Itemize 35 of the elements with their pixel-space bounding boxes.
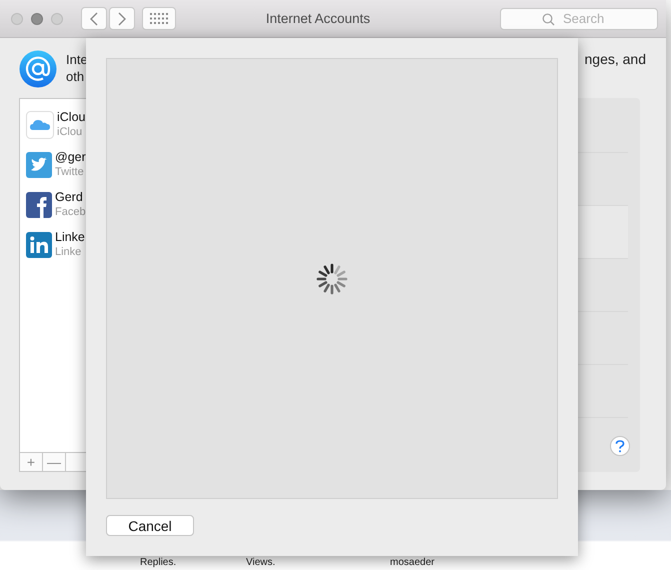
window-title: Internet Accounts — [264, 11, 372, 26]
back-button[interactable] — [81, 7, 107, 30]
description-text: nges, and — [584, 51, 646, 68]
background-text: mosaeder — [390, 557, 434, 569]
description-text: oth — [66, 68, 86, 85]
minimize-button[interactable] — [31, 12, 43, 24]
background-text: Views. — [246, 557, 276, 569]
account-type: Faceb — [55, 205, 86, 220]
account-type: iClou — [57, 125, 84, 140]
question-mark-icon — [615, 440, 625, 452]
bird-icon — [26, 152, 52, 178]
search-icon — [542, 12, 555, 26]
remove-button[interactable]: — — [43, 452, 66, 471]
account-name: Linke — [55, 230, 85, 245]
account-name: @ger — [55, 150, 86, 165]
cloud-icon — [26, 111, 54, 139]
account-name: Gerd — [55, 190, 84, 205]
description-text: Inte — [66, 51, 88, 68]
search-field[interactable]: Search — [500, 8, 658, 30]
account-type: Linke — [55, 245, 82, 260]
cancel-button[interactable]: Cancel — [106, 515, 194, 536]
background-text: Replies. — [140, 557, 176, 569]
chevron-left-icon — [89, 12, 99, 26]
account-name: iClou — [57, 110, 86, 125]
account-type: Twitte — [55, 165, 85, 180]
loading-spinner-icon — [314, 260, 350, 296]
forward-button[interactable] — [109, 7, 135, 30]
add-button[interactable]: + — [20, 452, 43, 471]
show-all-button[interactable] — [142, 7, 176, 30]
f-letter-icon — [26, 192, 52, 218]
in-letters-icon — [26, 232, 52, 258]
at-sign-icon — [19, 50, 57, 88]
help-button[interactable] — [610, 436, 630, 456]
grid-icon — [150, 12, 168, 24]
chevron-right-icon — [117, 12, 127, 26]
